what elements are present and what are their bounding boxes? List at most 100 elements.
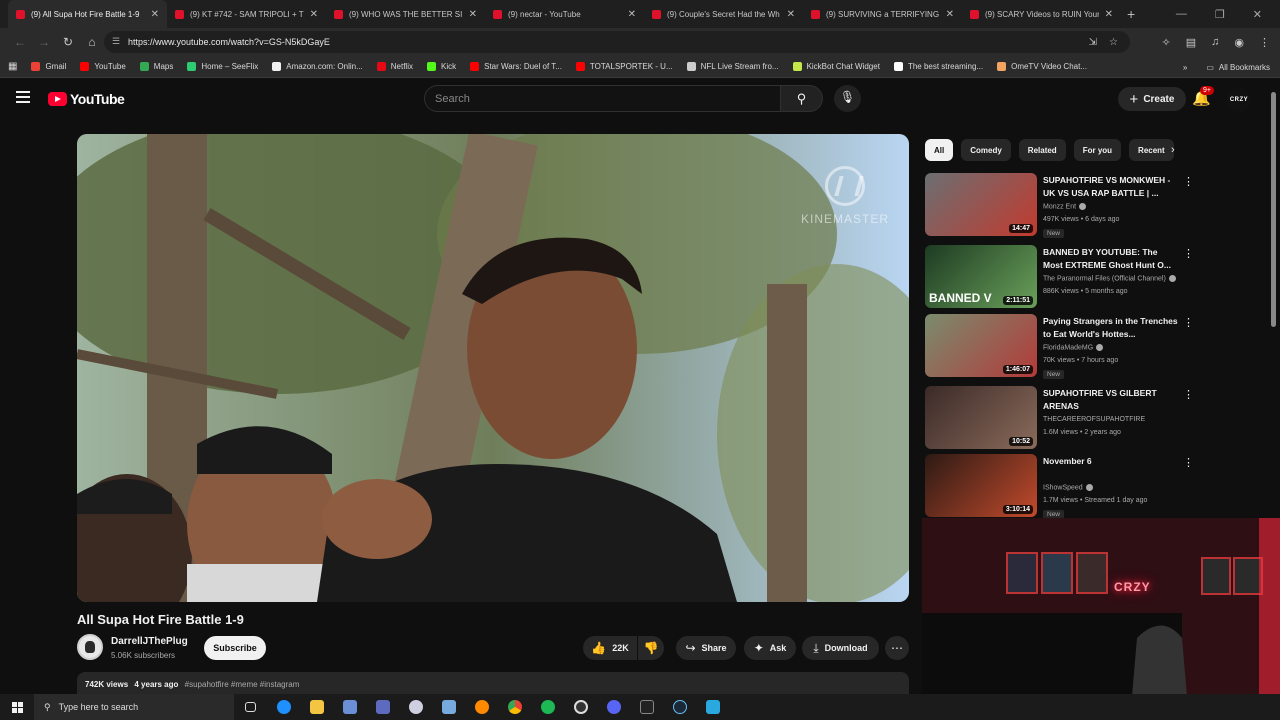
apps-icon[interactable]: ▦ (8, 61, 17, 72)
bookmark-item[interactable]: YouTube (80, 62, 126, 71)
bookmark-item[interactable]: Home – SeeFlix (187, 62, 258, 71)
recommended-video[interactable]: 10:52 SUPAHOTFIRE VS GILBERT ARENAS THECAR… (925, 386, 1194, 450)
browser-tab[interactable]: (9) KT #742 - SAM TRIPOLI + TI ✕ (167, 0, 326, 28)
filter-chip[interactable]: Recent (1129, 139, 1174, 161)
recommended-channel[interactable]: THECAREEROFSUPAHOTFIRE (1043, 416, 1145, 423)
recommended-channel[interactable]: FloridaMadeMG (1043, 344, 1104, 351)
page-scrollbar[interactable] (1271, 92, 1276, 327)
taskbar-search-box[interactable]: ⚲ Type here to search (34, 694, 234, 720)
sidepanel-icon[interactable]: ▤ (1186, 36, 1196, 49)
app-icon-2[interactable] (399, 694, 432, 720)
browser-tab[interactable]: (9) SCARY Videos to RUIN Your ✕ (962, 0, 1121, 28)
ask-button[interactable]: ✦ Ask (744, 636, 796, 660)
tab-close-icon[interactable]: ✕ (310, 9, 318, 20)
calculator-icon[interactable] (366, 694, 399, 720)
reload-icon[interactable]: ↻ (56, 35, 80, 49)
app-icon-1[interactable] (333, 694, 366, 720)
bookmark-star-icon[interactable]: ☆ (1109, 37, 1118, 48)
bookmark-item[interactable]: Maps (139, 62, 173, 71)
browser-tab[interactable]: (9) WHO WAS THE BETTER SING ✕ (326, 0, 485, 28)
voice-search-button[interactable]: 🎙 (834, 85, 861, 112)
bookmark-item[interactable]: KickBot Chat Widget (792, 62, 880, 71)
browser-tab[interactable]: (9) All Supa Hot Fire Battle 1-9 ✕ (8, 0, 167, 28)
bookmark-item[interactable]: Gmail (31, 62, 66, 71)
steam-icon[interactable] (663, 694, 696, 720)
spotify-icon[interactable] (531, 694, 564, 720)
discord-icon[interactable] (597, 694, 630, 720)
search-input[interactable]: Search (424, 85, 781, 112)
video-thumbnail[interactable]: BANNED V 2:11:51 (925, 245, 1037, 308)
file-explorer-icon[interactable] (300, 694, 333, 720)
recommended-title[interactable]: Paying Strangers in the Trenches to Eat … (1043, 315, 1179, 340)
task-view-icon[interactable] (234, 694, 267, 720)
app-icon-3[interactable] (432, 694, 465, 720)
filter-chip[interactable]: All (925, 139, 954, 161)
tab-close-icon[interactable]: ✕ (787, 9, 795, 20)
video-player[interactable]: KINEMASTER (77, 134, 909, 602)
search-button[interactable]: ⚲ (781, 85, 823, 112)
bookmark-item[interactable]: TOTALSPORTEK - U... (575, 62, 673, 71)
install-icon[interactable]: ⇲ (1089, 37, 1097, 48)
menu-hamburger-icon[interactable] (16, 91, 30, 103)
recommended-title[interactable]: SUPAHOTFIRE VS GILBERT ARENAS (1043, 387, 1179, 412)
recommended-channel[interactable]: IShowSpeed (1043, 484, 1093, 491)
chrome-icon[interactable] (498, 694, 531, 720)
share-button[interactable]: ↪ Share (676, 636, 736, 660)
chevron-right-icon[interactable]: › (1171, 144, 1175, 156)
firefox-icon[interactable] (465, 694, 498, 720)
obs-icon[interactable] (564, 694, 597, 720)
channel-name[interactable]: DarrellJThePlug (111, 636, 188, 647)
browser-tab[interactable]: (9) SURVIVING a TERRIFYING N ✕ (803, 0, 962, 28)
bookmark-item[interactable]: The best streaming... (893, 62, 983, 71)
tab-close-icon[interactable]: ✕ (469, 9, 477, 20)
tab-close-icon[interactable]: ✕ (628, 9, 636, 20)
video-thumbnail[interactable]: 1:46:07 (925, 314, 1037, 377)
bookmark-item[interactable]: NFL Live Stream fro... (686, 62, 779, 71)
recommended-title[interactable]: November 6 (1043, 455, 1179, 468)
video-thumbnail[interactable]: 10:52 (925, 386, 1037, 449)
app-icon-5[interactable] (696, 694, 729, 720)
create-button[interactable]: + Create (1118, 87, 1186, 111)
more-vertical-icon[interactable]: ⋮ (1183, 456, 1194, 469)
all-bookmarks-button[interactable]: » ▭ All Bookmarks (1183, 56, 1270, 78)
minimize-icon[interactable]: — (1176, 8, 1187, 20)
like-button[interactable]: 👍 22K (583, 636, 637, 660)
recommended-video[interactable]: 3:10:14 November 6 IShowSpeed 1.7M views • … (925, 454, 1194, 519)
recommended-channel[interactable]: The Paranormal Files (Official Channel) (1043, 275, 1176, 282)
channel-avatar[interactable] (77, 634, 103, 660)
new-tab-button[interactable]: + (1127, 6, 1135, 22)
start-button[interactable] (0, 701, 34, 713)
more-vertical-icon[interactable]: ⋮ (1183, 175, 1194, 188)
tab-close-icon[interactable]: ✕ (1105, 9, 1113, 20)
recommended-title[interactable]: SUPAHOTFIRE VS MONKWEH - UK VS USA RAP B… (1043, 174, 1179, 199)
filter-chip[interactable]: For you (1073, 139, 1122, 161)
profile-icon[interactable]: ◉ (1234, 36, 1244, 49)
recommended-video[interactable]: BANNED V 2:11:51 BANNED BY YOUTUBE: The Mo… (925, 245, 1194, 309)
recommended-video[interactable]: 14:47 SUPAHOTFIRE VS MONKWEH - UK VS USA … (925, 173, 1194, 238)
close-window-icon[interactable]: ✕ (1253, 8, 1262, 21)
filter-chip[interactable]: Comedy (961, 139, 1011, 161)
bookmark-item[interactable]: Star Wars: Duel of T... (470, 62, 562, 71)
bookmark-item[interactable]: OmeTV Video Chat... (997, 62, 1087, 71)
address-bar[interactable]: ☰ https://www.youtube.com/watch?v=GS-N5k… (104, 31, 1130, 53)
edge-icon[interactable] (267, 694, 300, 720)
account-avatar[interactable]: CRZY (1227, 88, 1251, 112)
browser-tab[interactable]: (9) Couple's Secret Had the Wh ✕ (644, 0, 803, 28)
forward-icon[interactable]: → (32, 35, 56, 49)
bookmark-item[interactable]: Netflix (376, 62, 413, 71)
youtube-logo[interactable]: YouTube (48, 91, 125, 107)
back-icon[interactable]: ← (8, 35, 32, 49)
more-actions-button[interactable]: ⋯ (885, 636, 909, 660)
home-icon[interactable]: ⌂ (80, 35, 104, 49)
browser-tab[interactable]: (9) nectar - YouTube ✕ (485, 0, 644, 28)
more-vertical-icon[interactable]: ⋮ (1183, 247, 1194, 260)
recommended-channel[interactable]: Monzz Ent (1043, 203, 1087, 210)
download-button[interactable]: ⤓ Download (802, 636, 879, 660)
bookmark-item[interactable]: Kick (426, 62, 456, 71)
tab-close-icon[interactable]: ✕ (946, 9, 954, 20)
site-info-icon[interactable]: ☰ (112, 36, 120, 47)
more-bookmarks-icon[interactable]: » (1183, 63, 1187, 72)
bookmark-item[interactable]: Amazon.com: Onlin... (272, 62, 363, 71)
media-icon[interactable]: ♫ (1211, 36, 1219, 48)
filter-chip[interactable]: Related (1018, 139, 1066, 161)
